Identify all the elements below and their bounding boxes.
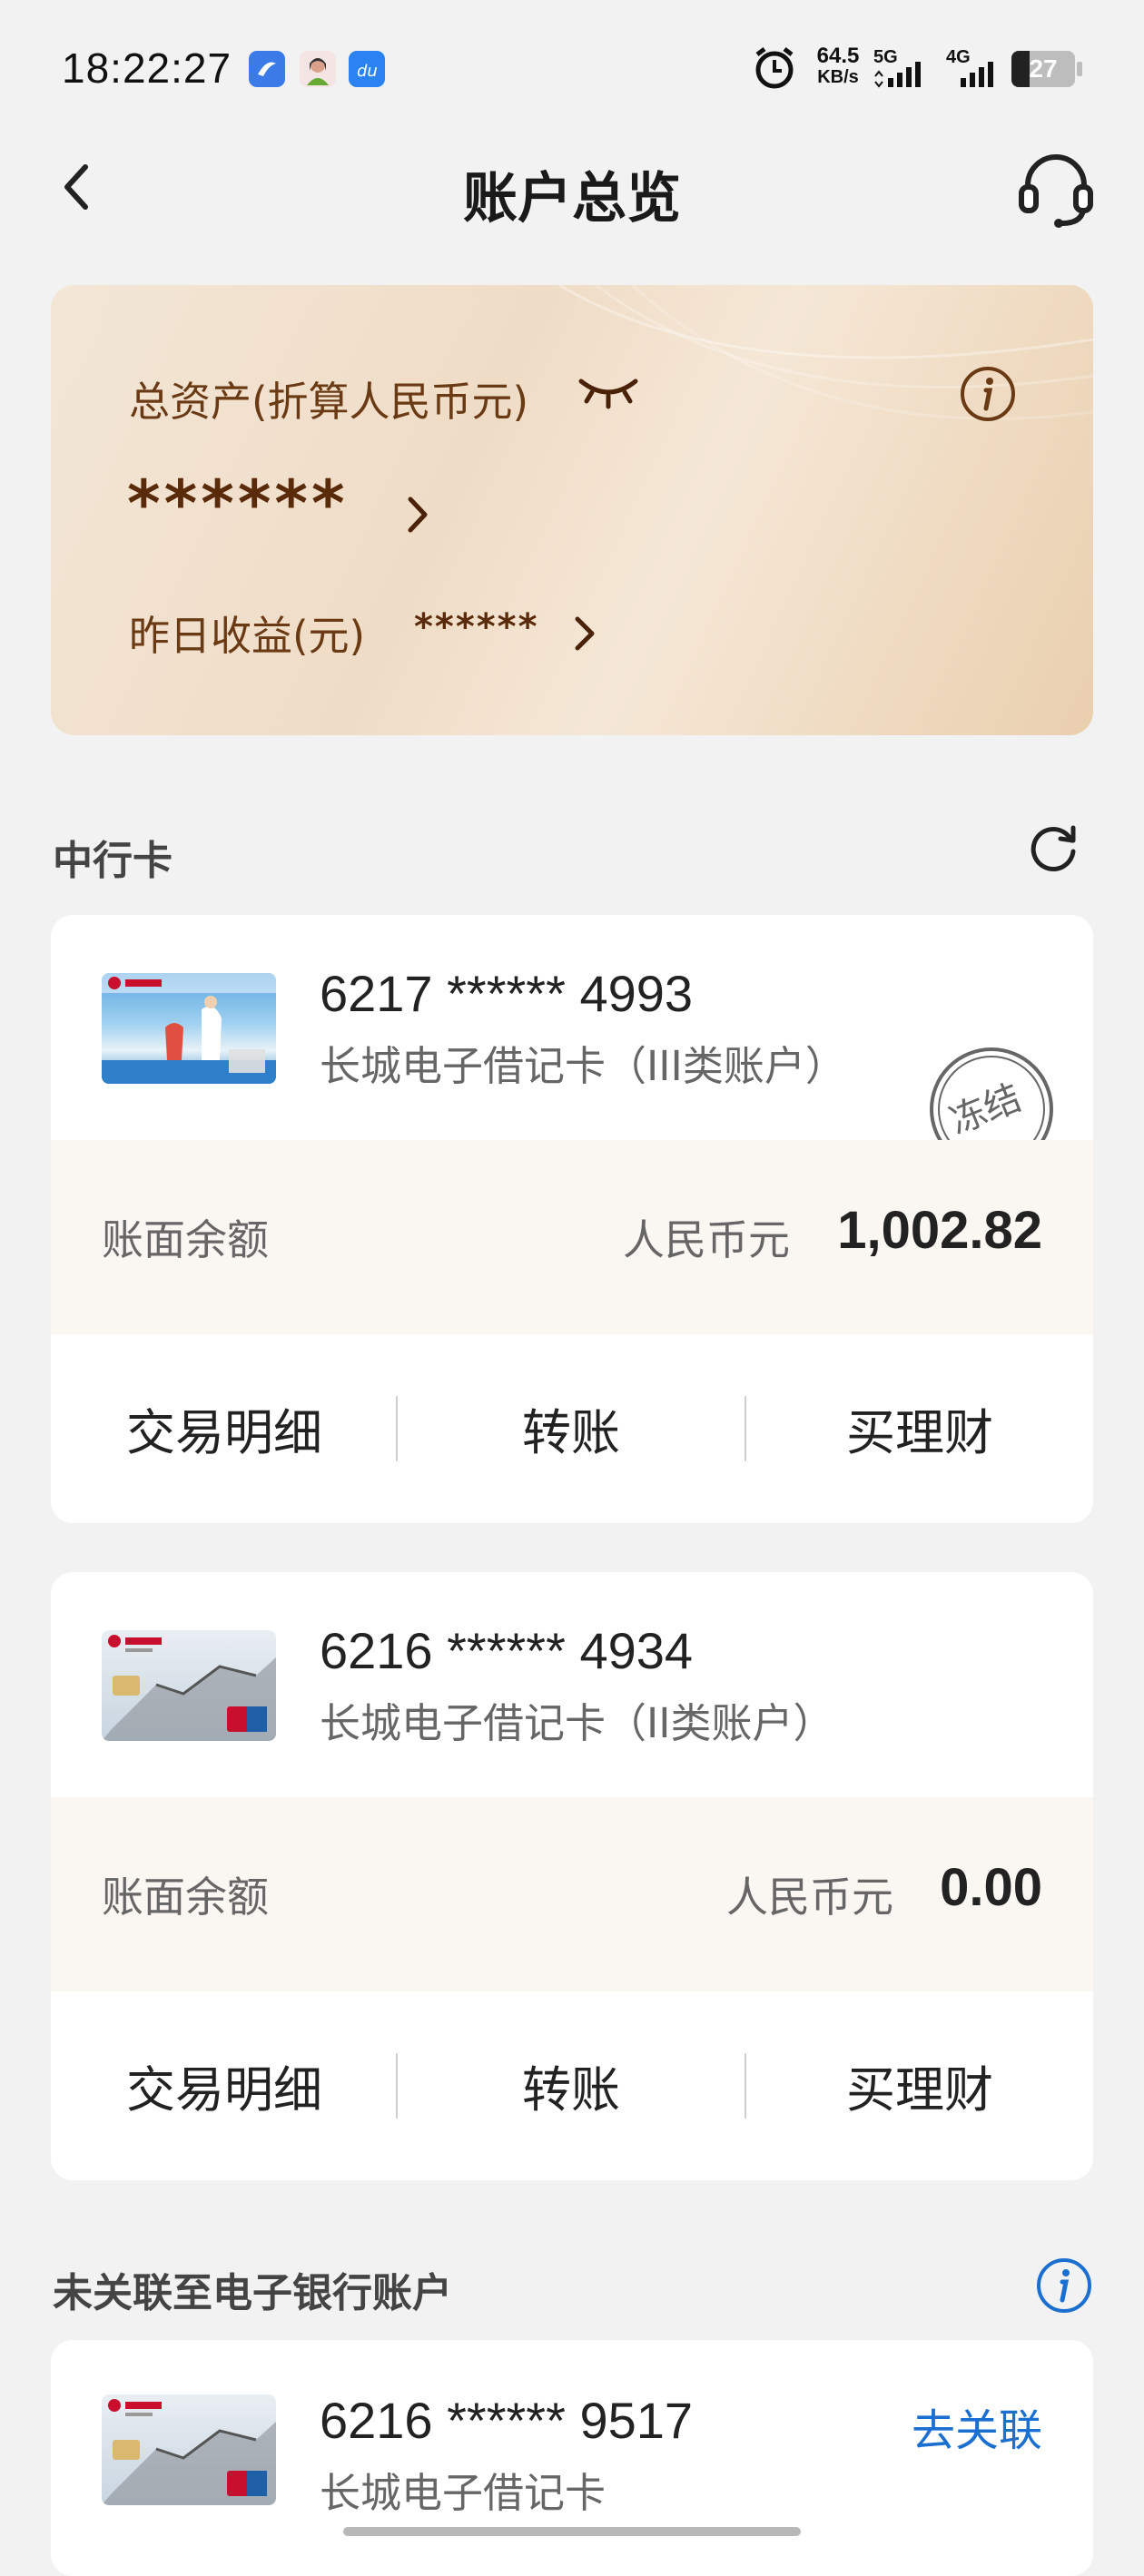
- du-app-icon: du: [349, 51, 385, 87]
- balance-label: 账面余额: [102, 1873, 269, 1922]
- battery-icon: 27: [1011, 51, 1084, 89]
- card-number: 6217 ****** 4993: [320, 965, 694, 1022]
- card-image: [102, 2394, 276, 2505]
- transaction-details-button[interactable]: 交易明细: [51, 1392, 398, 1464]
- home-indicator[interactable]: [343, 2527, 801, 2536]
- account-card[interactable]: 6217 ****** 4993 长城电子借记卡（III类账户） 冻结 账面余额…: [51, 915, 1093, 1523]
- refresh-button[interactable]: [1028, 821, 1082, 875]
- avatar-notification-icon: [300, 51, 336, 87]
- action-row: 交易明细 转账 买理财: [51, 1991, 1093, 2178]
- yesterday-yield-value[interactable]: ******: [414, 606, 539, 648]
- card-number: 6216 ****** 4934: [320, 1622, 694, 1679]
- card-number: 6216 ****** 9517: [320, 2392, 694, 2449]
- unlinked-account-card[interactable]: 6216 ****** 9517 长城电子借记卡 去关联: [51, 2340, 1093, 2576]
- link-account-button[interactable]: 去关联: [912, 2394, 1042, 2458]
- balance-amount: 1,002.82: [837, 1201, 1042, 1260]
- battery-level: 27: [1029, 54, 1058, 83]
- info-icon[interactable]: [959, 365, 1017, 423]
- refresh-icon: [1031, 825, 1076, 871]
- section-title-boc-cards: 中行卡: [53, 838, 173, 884]
- card-type: 长城电子借记卡: [320, 2469, 607, 2517]
- yesterday-yield-label: 昨日收益(元): [129, 612, 366, 660]
- card-image: [102, 973, 276, 1084]
- total-assets-label: 总资产(折算人民币元): [129, 378, 529, 426]
- card-type: 长城电子借记卡（III类账户）: [320, 1042, 846, 1090]
- frozen-stamp: 冻结: [922, 1040, 1060, 1147]
- signal-5g-icon: 5G: [872, 45, 935, 93]
- transaction-details-button[interactable]: 交易明细: [51, 2050, 398, 2121]
- balance-amount: 0.00: [940, 1858, 1042, 1917]
- customer-service-button[interactable]: [1017, 149, 1095, 231]
- status-time: 18:22:27: [62, 44, 232, 92]
- app-notification-icon: [249, 51, 285, 87]
- signal-4g-icon: 4G: [944, 45, 1004, 93]
- chevron-right-icon[interactable]: [568, 610, 601, 657]
- svg-text:du: du: [357, 62, 378, 81]
- net-speed-unit: KB/s: [817, 67, 859, 87]
- balance-row: 账面余额 人民币元 0.00: [51, 1797, 1093, 1991]
- headset-icon: [1019, 154, 1093, 228]
- page-title: 账户总览: [463, 167, 681, 231]
- action-row: 交易明细 转账 买理财: [51, 1334, 1093, 1521]
- balance-currency: 人民币元: [623, 1215, 790, 1264]
- net-speed: 64.5 KB/s: [806, 44, 870, 88]
- status-bar: 18:22:27 du 64.5 KB/s 5G 4G 27: [0, 0, 1144, 136]
- net-speed-value: 64.5: [816, 44, 860, 68]
- info-icon[interactable]: [1035, 2256, 1093, 2315]
- card-type: 长城电子借记卡（II类账户）: [320, 1699, 834, 1747]
- card-image: [102, 1630, 276, 1741]
- balance-label: 账面余额: [102, 1215, 269, 1264]
- buy-wealth-button[interactable]: 买理财: [746, 1392, 1093, 1464]
- alarm-icon: [752, 45, 797, 93]
- transfer-button[interactable]: 转账: [398, 1392, 745, 1464]
- total-assets-card: 总资产(折算人民币元) ****** 昨日收益(元) ******: [51, 285, 1093, 735]
- transfer-button[interactable]: 转账: [398, 2050, 745, 2121]
- eye-closed-icon[interactable]: [577, 372, 639, 410]
- buy-wealth-button[interactable]: 买理财: [746, 2050, 1093, 2121]
- section-title-unlinked: 未关联至电子银行账户: [53, 2270, 452, 2316]
- chevron-right-icon[interactable]: [399, 488, 436, 541]
- balance-currency: 人民币元: [726, 1873, 893, 1922]
- account-card[interactable]: 6216 ****** 4934 长城电子借记卡（II类账户） 账面余额 人民币…: [51, 1572, 1093, 2180]
- total-assets-value[interactable]: ******: [127, 467, 349, 541]
- balance-row: 账面余额 人民币元 1,002.82: [51, 1140, 1093, 1334]
